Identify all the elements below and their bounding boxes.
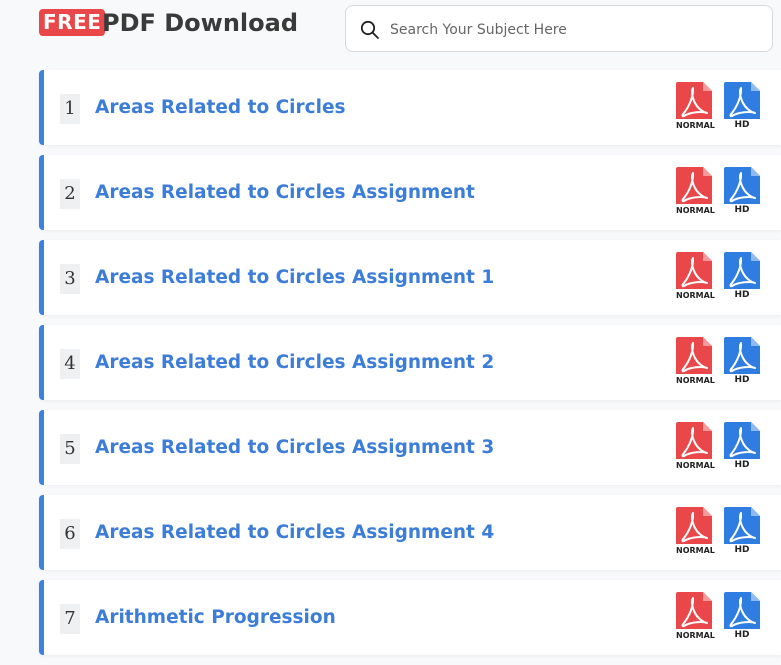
- item-number: 7: [60, 604, 80, 634]
- item-number: 2: [60, 179, 80, 209]
- download-hd-button[interactable]: HD: [724, 337, 760, 387]
- download-normal-button[interactable]: NORMAL: [676, 82, 715, 132]
- pdf-label-hd: HD: [724, 204, 760, 217]
- pdf-label-hd: HD: [724, 119, 760, 132]
- download-normal-button[interactable]: NORMAL: [676, 252, 715, 302]
- download-normal-button[interactable]: NORMAL: [676, 592, 715, 642]
- pdf-label-hd: HD: [724, 459, 760, 472]
- search-input[interactable]: [388, 16, 762, 44]
- pdf-label-normal: NORMAL: [676, 204, 715, 217]
- download-normal-button[interactable]: NORMAL: [676, 422, 715, 472]
- item-title-link[interactable]: Areas Related to Circles Assignment: [95, 179, 475, 207]
- page-header: FREE PDF Download: [0, 0, 781, 62]
- item-number: 5: [60, 434, 80, 464]
- download-hd-button[interactable]: HD: [724, 592, 760, 642]
- download-hd-button[interactable]: HD: [724, 167, 760, 217]
- download-hd-button[interactable]: HD: [724, 82, 760, 132]
- pdf-label-hd: HD: [724, 629, 760, 642]
- item-number: 1: [60, 94, 80, 124]
- item-number: 4: [60, 349, 80, 379]
- item-title-link[interactable]: Arithmetic Progression: [95, 604, 336, 632]
- pdf-label-normal: NORMAL: [676, 289, 715, 302]
- list-item: 1 Areas Related to Circles NORMAL HD: [39, 70, 781, 145]
- pdf-label-normal: NORMAL: [676, 544, 715, 557]
- list-item: 5 Areas Related to Circles Assignment 3 …: [39, 410, 781, 485]
- pdf-label-hd: HD: [724, 544, 760, 557]
- item-title-link[interactable]: Areas Related to Circles Assignment 3: [95, 434, 494, 462]
- pdf-label-hd: HD: [724, 374, 760, 387]
- pdf-list: 1 Areas Related to Circles NORMAL HD 2 A…: [39, 70, 781, 665]
- free-badge: FREE: [39, 9, 106, 36]
- item-title-link[interactable]: Areas Related to Circles Assignment 4: [95, 519, 494, 547]
- search-box[interactable]: [345, 5, 773, 52]
- pdf-label-normal: NORMAL: [676, 629, 715, 642]
- list-item: 6 Areas Related to Circles Assignment 4 …: [39, 495, 781, 570]
- page-title: PDF Download: [102, 9, 299, 37]
- item-title-link[interactable]: Areas Related to Circles Assignment 2: [95, 349, 494, 377]
- pdf-label-normal: NORMAL: [676, 374, 715, 387]
- download-normal-button[interactable]: NORMAL: [676, 507, 715, 557]
- item-number: 3: [60, 264, 80, 294]
- download-hd-button[interactable]: HD: [724, 422, 760, 472]
- pdf-label-hd: HD: [724, 289, 760, 302]
- list-item: 3 Areas Related to Circles Assignment 1 …: [39, 240, 781, 315]
- download-normal-button[interactable]: NORMAL: [676, 167, 715, 217]
- item-title-link[interactable]: Areas Related to Circles: [95, 94, 346, 122]
- search-icon[interactable]: [360, 20, 380, 40]
- list-item: 4 Areas Related to Circles Assignment 2 …: [39, 325, 781, 400]
- item-title-link[interactable]: Areas Related to Circles Assignment 1: [95, 264, 494, 292]
- download-hd-button[interactable]: HD: [724, 252, 760, 302]
- download-hd-button[interactable]: HD: [724, 507, 760, 557]
- pdf-label-normal: NORMAL: [676, 459, 715, 472]
- list-item: 2 Areas Related to Circles Assignment NO…: [39, 155, 781, 230]
- item-number: 6: [60, 519, 80, 549]
- download-normal-button[interactable]: NORMAL: [676, 337, 715, 387]
- pdf-label-normal: NORMAL: [676, 119, 715, 132]
